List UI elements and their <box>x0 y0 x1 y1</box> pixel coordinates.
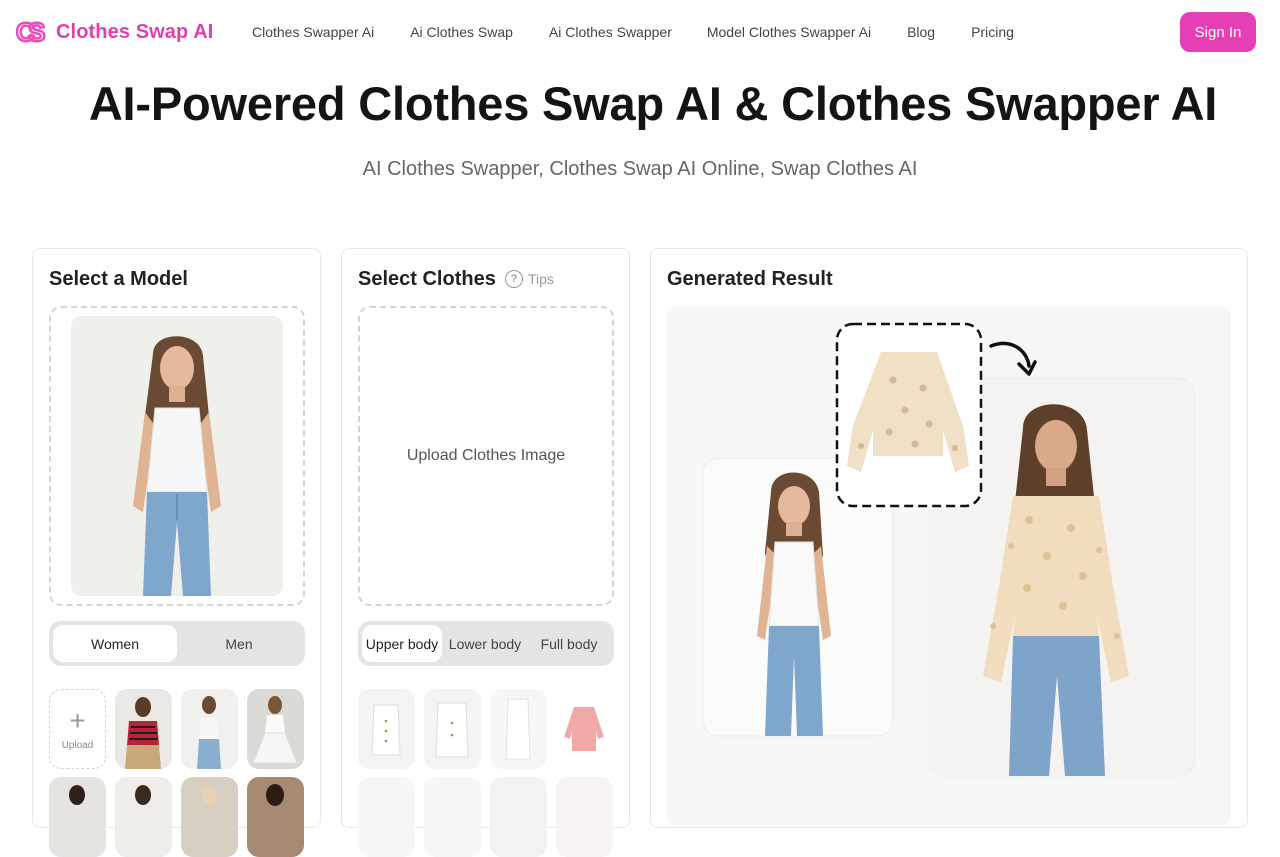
tab-full-body[interactable]: Full body <box>528 625 610 662</box>
panel-title: Select Clothes <box>358 268 496 290</box>
page-title: AI-Powered Clothes Swap AI & Clothes Swa… <box>88 77 1218 130</box>
model-thumbnail[interactable] <box>181 777 238 857</box>
nav-link-pricing[interactable]: Pricing <box>971 24 1014 40</box>
clothes-thumbnail[interactable] <box>358 777 415 857</box>
select-model-panel: Select a Model Women Men + Upload <box>32 248 321 857</box>
clothes-thumbnail[interactable] <box>424 689 481 769</box>
tips-link[interactable]: ? Tips <box>505 270 554 288</box>
panel-title: Generated Result <box>667 268 833 290</box>
model-thumbnail[interactable] <box>115 689 172 769</box>
model-dropzone[interactable] <box>49 306 305 606</box>
tips-label: Tips <box>528 271 554 287</box>
tab-women[interactable]: Women <box>53 625 177 662</box>
site-header: CS Clothes Swap AI Clothes Swapper Ai Ai… <box>0 0 1280 64</box>
model-thumbnail[interactable] <box>247 777 304 857</box>
logo-text: Clothes Swap AI <box>56 20 214 43</box>
main-nav: Clothes Swapper Ai Ai Clothes Swap Ai Cl… <box>252 24 1014 40</box>
clothes-thumbnail[interactable] <box>556 777 613 857</box>
body-part-toggle: Upper body Lower body Full body <box>358 621 614 666</box>
clothes-thumbnail[interactable] <box>490 777 547 857</box>
logo-icon: CS <box>15 16 47 49</box>
model-thumbnail[interactable] <box>49 777 106 857</box>
panel-title: Select a Model <box>49 268 188 290</box>
model-thumbnail[interactable] <box>181 689 238 769</box>
model-thumbnail[interactable] <box>247 689 304 769</box>
upload-label: Upload <box>61 739 94 751</box>
question-circle-icon: ? <box>505 270 523 288</box>
clothes-thumbnail[interactable] <box>358 689 415 769</box>
result-preview <box>667 306 1231 826</box>
sign-in-button[interactable]: Sign In <box>1180 12 1256 52</box>
select-clothes-panel: Select Clothes ? Tips Upload Clothes Ima… <box>341 248 630 857</box>
tab-lower-body[interactable]: Lower body <box>444 625 526 662</box>
clothes-upload-dropzone[interactable]: Upload Clothes Image <box>358 306 614 606</box>
clothes-thumbnail[interactable] <box>424 777 481 857</box>
gender-toggle: Women Men <box>49 621 305 666</box>
selected-model-image <box>71 316 283 596</box>
plus-icon: + <box>69 704 86 736</box>
tab-upper-body[interactable]: Upper body <box>362 625 442 662</box>
selected-clothes-image <box>835 322 983 508</box>
logo[interactable]: CS Clothes Swap AI <box>15 16 214 49</box>
upload-clothes-prompt: Upload Clothes Image <box>406 447 566 464</box>
nav-link-clothes-swapper-ai[interactable]: Clothes Swapper Ai <box>252 24 374 40</box>
clothes-thumbnail[interactable] <box>490 689 547 769</box>
model-thumbnail[interactable] <box>115 777 172 857</box>
generated-result-panel: Generated Result <box>650 248 1248 828</box>
page-subtitle: AI Clothes Swapper, Clothes Swap AI Onli… <box>362 158 918 180</box>
nav-link-ai-clothes-swapper[interactable]: Ai Clothes Swapper <box>549 24 672 40</box>
nav-link-ai-clothes-swap[interactable]: Ai Clothes Swap <box>410 24 513 40</box>
nav-link-blog[interactable]: Blog <box>907 24 935 40</box>
clothes-thumbnail[interactable] <box>556 689 613 769</box>
upload-model-button[interactable]: + Upload <box>49 689 106 769</box>
tab-men[interactable]: Men <box>177 625 301 662</box>
nav-link-model-clothes-swapper-ai[interactable]: Model Clothes Swapper Ai <box>707 24 871 40</box>
